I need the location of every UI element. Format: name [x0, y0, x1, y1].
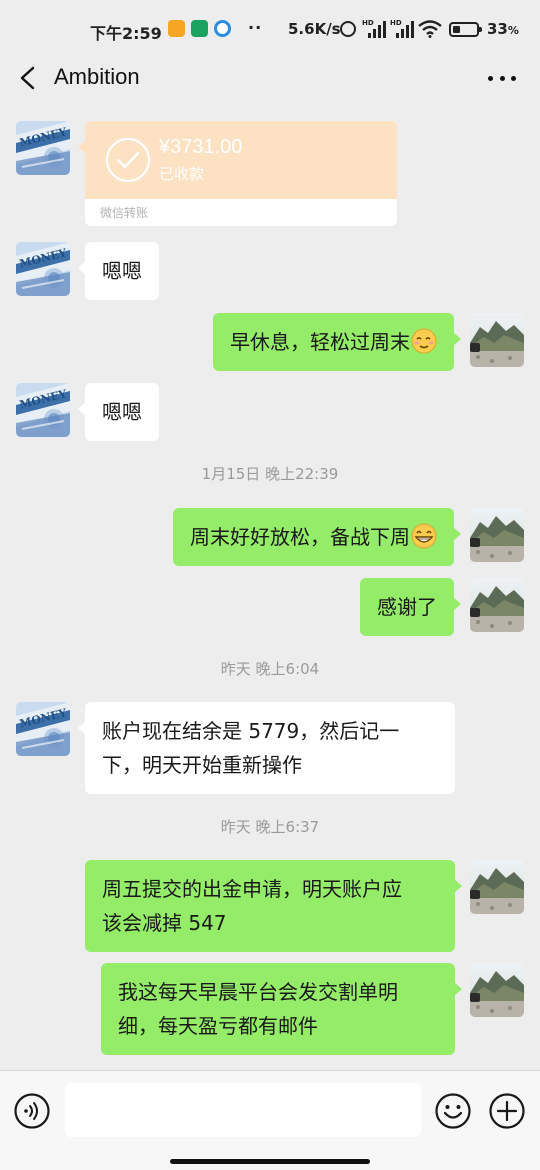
message-text: 早休息，轻松过周末 — [230, 330, 410, 354]
home-indicator[interactable] — [170, 1159, 370, 1164]
message-text: 感谢了 — [377, 595, 437, 619]
message-text: 周末好好放松，备战下周 — [190, 525, 410, 549]
message-bubble-outgoing[interactable]: 感谢了 — [360, 578, 461, 636]
input-bar — [0, 1070, 540, 1170]
message-bubble-outgoing[interactable]: 早休息，轻松过周末 — [213, 313, 461, 371]
self-avatar[interactable] — [470, 578, 524, 632]
more-notifications-icon: ·· — [248, 18, 263, 37]
battery-percent: 33% — [487, 20, 519, 38]
message-text-line: 细，每天盈亏都有邮件 — [118, 1014, 318, 1038]
message-text-line: 账户现在结余是 5779，然后记一 — [102, 719, 400, 743]
more-dots-icon[interactable] — [488, 76, 516, 82]
battery-fill — [453, 26, 461, 33]
message-input[interactable] — [65, 1083, 421, 1137]
signal-icon: HD — [390, 19, 414, 39]
timestamp: 1月15日 晚上22:39 — [201, 465, 339, 483]
contact-avatar[interactable] — [16, 383, 70, 437]
contact-avatar[interactable] — [16, 242, 70, 296]
smiley-icon[interactable] — [435, 1093, 471, 1129]
chat-title: Ambition — [54, 64, 140, 89]
message-text-line: 该会减掉 547 — [102, 911, 227, 935]
wifi-icon — [418, 20, 442, 38]
message-text-line: 周五提交的出金申请，明天账户应 — [102, 877, 402, 901]
chat-header: Ambition — [0, 56, 540, 102]
transfer-card-footer: 微信转账 — [85, 199, 397, 226]
transfer-card[interactable]: ¥3731.00 已收款 微信转账 — [85, 121, 397, 226]
transfer-status: 已收款 — [159, 165, 205, 183]
message-bubble-incoming[interactable]: 账户现在结余是 5779，然后记一 下，明天开始重新操作 — [78, 702, 455, 794]
message-text-line: 我这每天早晨平台会发交割单明 — [118, 980, 398, 1004]
self-avatar[interactable] — [470, 963, 524, 1017]
check-circle-icon — [105, 137, 151, 183]
transfer-card-body: ¥3731.00 已收款 — [85, 121, 397, 199]
message-bubble-incoming[interactable]: 嗯嗯 — [78, 242, 159, 300]
timestamp: 昨天 晚上6:04 — [220, 660, 320, 678]
signal-icon: HD — [362, 19, 386, 39]
notes-app-icon — [168, 20, 185, 37]
relieved-face-emoji — [411, 328, 437, 354]
timestamp: 昨天 晚上6:37 — [220, 818, 320, 836]
message-text-line: 下，明天开始重新操作 — [102, 753, 302, 777]
contact-avatar[interactable] — [16, 121, 70, 175]
message-bubble-outgoing[interactable]: 周末好好放松，备战下周 — [173, 508, 461, 566]
message-bubble-outgoing[interactable]: 我这每天早晨平台会发交割单明 细，每天盈亏都有邮件 — [101, 963, 462, 1055]
self-avatar[interactable] — [470, 860, 524, 914]
transfer-amount: ¥3731.00 — [159, 136, 243, 158]
status-time: 下午2:59 — [90, 24, 162, 43]
grinning-face-emoji — [411, 523, 437, 549]
notification-icons — [168, 20, 231, 37]
alarm-icon — [340, 21, 356, 37]
voice-icon[interactable] — [14, 1093, 50, 1129]
plus-icon[interactable] — [489, 1093, 525, 1129]
contact-avatar[interactable] — [16, 702, 70, 756]
chevron-left-icon[interactable] — [18, 66, 40, 90]
message-text: 嗯嗯 — [102, 400, 142, 424]
message-bubble-outgoing[interactable]: 周五提交的出金申请，明天账户应 该会减掉 547 — [85, 860, 462, 952]
message-text: 嗯嗯 — [102, 259, 142, 283]
network-speed: 5.6K/s — [288, 20, 341, 38]
message-bubble-incoming[interactable]: 嗯嗯 — [78, 383, 159, 441]
battery-icon — [449, 22, 482, 37]
transfer-label: 微信转账 — [100, 206, 149, 220]
self-avatar[interactable] — [470, 508, 524, 562]
self-avatar[interactable] — [470, 313, 524, 367]
circle-app-icon — [214, 20, 231, 37]
status-bar: 下午2:59 ·· 5.6K/s HD HD 33% — [0, 0, 540, 56]
shield-app-icon — [191, 20, 208, 37]
